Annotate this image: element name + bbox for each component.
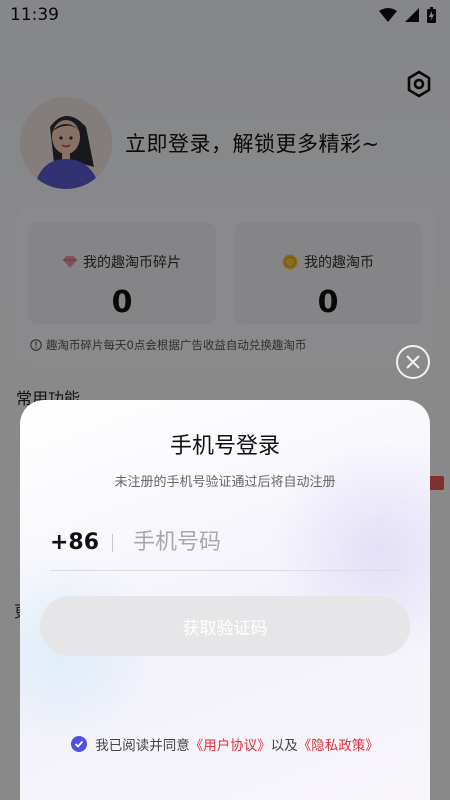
agreement-joiner: 以及: [270, 738, 298, 754]
login-sheet: 手机号登录 未注册的手机号验证通过后将自动注册 +86 获取验证码 我已阅读并同…: [20, 400, 430, 800]
phone-row: +86: [50, 515, 400, 571]
privacy-policy-link[interactable]: 《隐私政策》: [298, 734, 379, 754]
sheet-title: 手机号登录: [169, 434, 280, 459]
agreement-row: 我已阅读并同意 《用户协议》 以及 《隐私政策》: [20, 734, 430, 754]
check-icon: [75, 740, 84, 748]
close-icon: [406, 355, 420, 369]
sheet-subtitle: 未注册的手机号验证通过后将自动注册: [114, 475, 336, 490]
agreement-prefix: 我已阅读并同意: [95, 738, 190, 754]
get-code-button[interactable]: 获取验证码: [40, 596, 410, 656]
country-code[interactable]: +86: [50, 530, 112, 555]
close-button[interactable]: [396, 345, 430, 379]
user-agreement-link[interactable]: 《用户协议》: [190, 734, 271, 754]
agreement-checkbox[interactable]: [71, 736, 88, 752]
phone-input[interactable]: [133, 530, 373, 555]
input-divider: [112, 533, 113, 552]
